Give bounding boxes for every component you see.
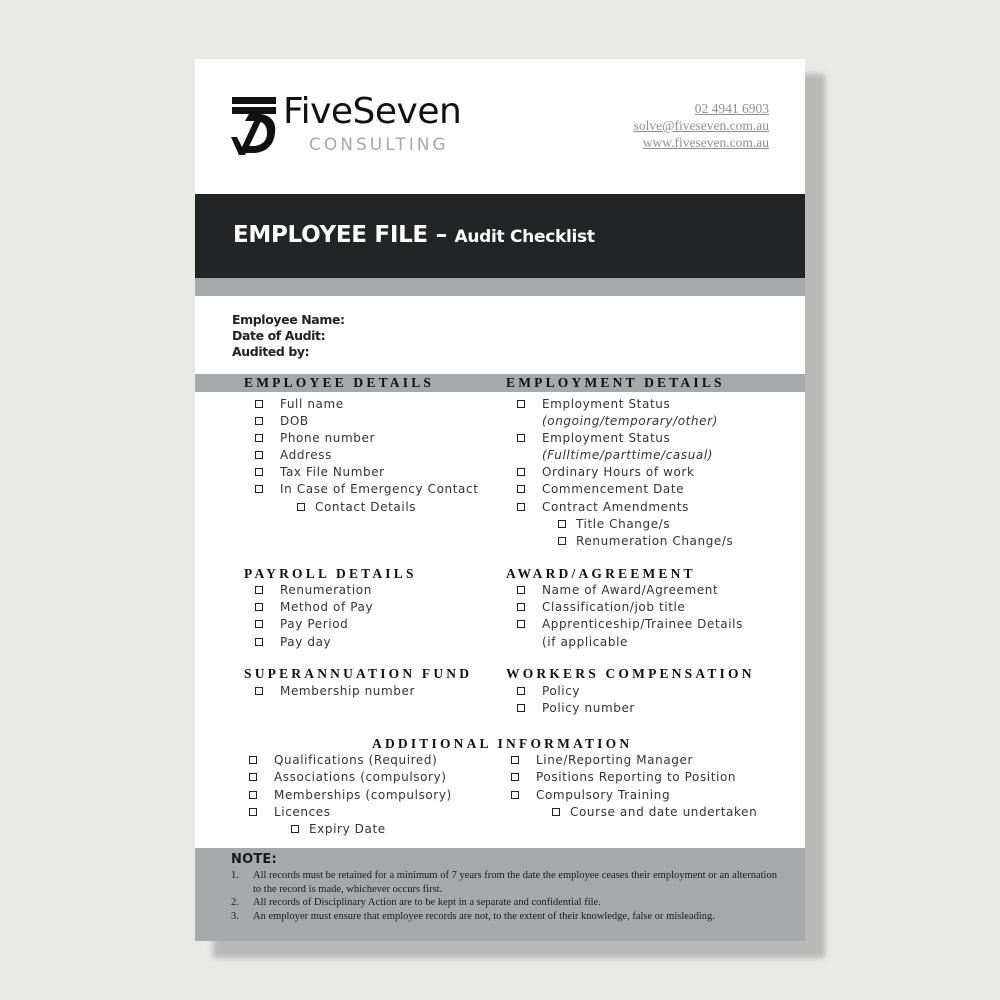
section-heading-award-agreement: AWARD/AGREEMENT — [506, 566, 696, 581]
checkbox[interactable] — [517, 687, 525, 695]
section-heading-workers-compensation: WORKERS COMPENSATION — [506, 666, 755, 681]
checkbox[interactable] — [255, 687, 263, 695]
note-list: 1. All records must be retained for a min… — [231, 869, 786, 923]
checkbox[interactable] — [249, 773, 257, 781]
website-link[interactable]: www.fiveseven.com.au — [634, 134, 769, 151]
section-heading-additional-information: ADDITIONAL INFORMATION — [372, 736, 633, 751]
checkbox[interactable] — [291, 825, 299, 833]
checkbox[interactable] — [249, 791, 257, 799]
page-title-main: EMPLOYEE FILE — [233, 222, 428, 248]
checkbox[interactable] — [511, 756, 519, 764]
checkbox[interactable] — [517, 620, 525, 628]
checkbox[interactable] — [517, 503, 525, 511]
section-heading-superannuation-fund: SUPERANNUATION FUND — [244, 666, 473, 681]
checkbox[interactable] — [255, 620, 263, 628]
checkbox[interactable] — [297, 503, 305, 511]
note-item: 3. An employer must ensure that employee … — [231, 910, 715, 922]
contact-info: 02 4941 6903 solve@fiveseven.com.au www.… — [634, 100, 769, 151]
checkbox[interactable] — [511, 791, 519, 799]
section-heading-employee-details: EMPLOYEE DETAILS — [244, 375, 435, 390]
audited-by-label: Audited by: — [232, 344, 310, 359]
checkbox[interactable] — [255, 400, 263, 408]
divider-bar — [195, 278, 805, 296]
title-banner: EMPLOYEE FILE – Audit Checklist — [195, 194, 805, 278]
note-heading: NOTE: — [231, 852, 277, 867]
checkbox[interactable] — [249, 808, 257, 816]
date-of-audit-label: Date of Audit: — [232, 328, 326, 343]
checkbox[interactable] — [255, 434, 263, 442]
page-title-dash: – — [427, 222, 455, 248]
checkbox[interactable] — [517, 400, 525, 408]
note-item: 2. All records of Disciplinary Action are… — [231, 897, 601, 908]
checkbox[interactable] — [255, 603, 263, 611]
section-heading-employment-details: EMPLOYMENT DETAILS — [506, 375, 725, 390]
email-link[interactable]: solve@fiveseven.com.au — [634, 117, 769, 134]
checkbox[interactable] — [249, 756, 257, 764]
employee-name-label: Employee Name: — [232, 312, 345, 327]
checkbox[interactable] — [558, 520, 566, 528]
checkbox[interactable] — [517, 704, 525, 712]
page-title-sub: Audit Checklist — [454, 227, 595, 247]
checkbox[interactable] — [517, 485, 525, 493]
section-heading-payroll-details: PAYROLL DETAILS — [244, 566, 417, 581]
checkbox[interactable] — [255, 468, 263, 476]
checkbox[interactable] — [255, 586, 263, 594]
checkbox[interactable] — [517, 586, 525, 594]
checkbox[interactable] — [517, 603, 525, 611]
audit-fields: Employee Name: Date of Audit: Audited by… — [232, 312, 345, 360]
checkbox[interactable] — [255, 451, 263, 459]
checkbox[interactable] — [255, 417, 263, 425]
brand-logo: FiveSeven CONSULTING — [231, 91, 481, 157]
checkbox[interactable] — [511, 773, 519, 781]
checkbox[interactable] — [255, 485, 263, 493]
checkbox[interactable] — [517, 468, 525, 476]
checkbox[interactable] — [552, 808, 560, 816]
note-item: 1. All records must be retained for a min… — [231, 870, 777, 895]
checklist-page: FiveSeven CONSULTING 02 4941 6903 solve@… — [195, 59, 805, 941]
brand-tagline: CONSULTING — [309, 135, 449, 155]
note-box: NOTE: 1. All records must be retained for… — [195, 848, 805, 941]
checkbox[interactable] — [558, 537, 566, 545]
phone-link[interactable]: 02 4941 6903 — [634, 100, 769, 117]
page-title: EMPLOYEE FILE – Audit Checklist — [233, 222, 595, 248]
57-monogram-logo-icon — [231, 97, 276, 155]
checkbox[interactable] — [517, 434, 525, 442]
brand-name: FiveSeven — [283, 91, 462, 132]
checkbox[interactable] — [255, 638, 263, 646]
